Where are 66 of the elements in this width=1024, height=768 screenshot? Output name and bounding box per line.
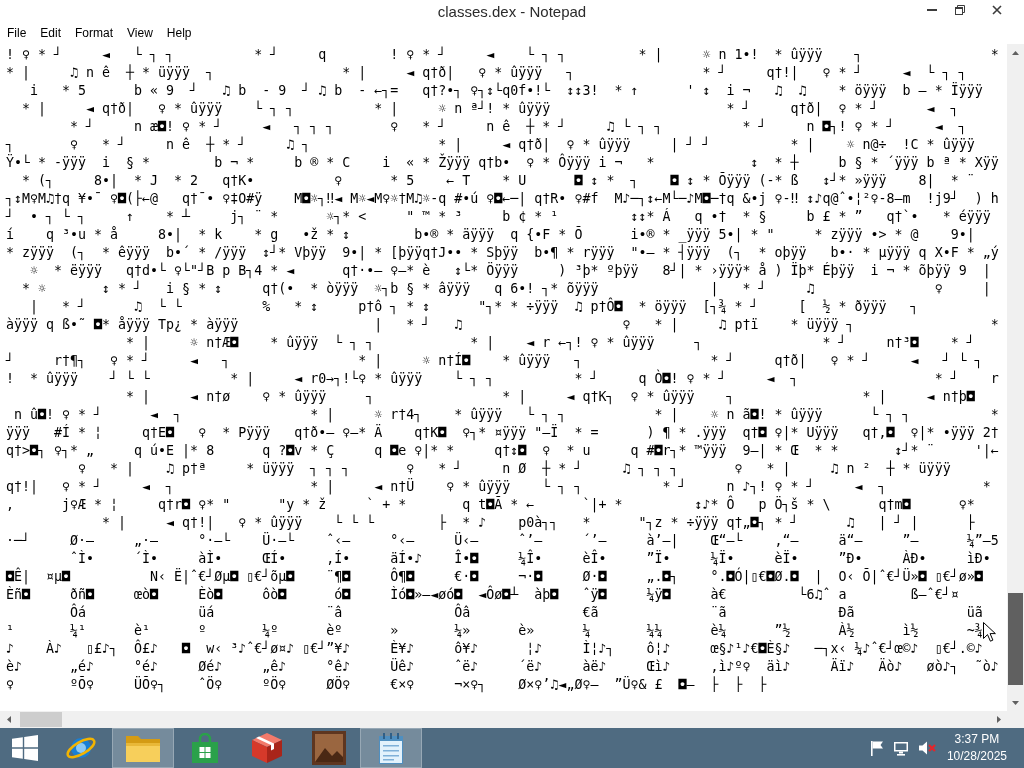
menu-item[interactable]: File (0, 22, 34, 44)
text-line: ◘Ê| ¤µ◘ N‹ Ë|ˆ€┘Øµ◘ ▯€┘õµ◘ ¨¶◘ Ô¶◘ €·◘ ¬·◘ Ø·◘ „.◘┐ °.◘Ó|▯€◘Ø.◘ | O‹ Õ|ˆ€┘Ü»◘ ▯€┘ø»◘ (6, 568, 983, 585)
text-line: ·─┘ Ø·– „·– °·–└ Ü·–└ ˆ‹– °‹– Ü‹– ˆ’– ´’– à’–| Œ“–└ ‚“– ä“– ”– ¼”–5 (6, 532, 999, 549)
text-line: ♀ ºÕ♀ ÜÕ♀┐ ˆÖ♀ ºÖ♀ ØÖ♀ €×♀ ¬×♀┐ Ø×♀’♫◄„Ø♀– ”Ü♀& £ ◘– ├ ├ ├ (6, 676, 767, 694)
notepad-icon (376, 732, 406, 764)
text-line: ┐ ♀ * ┘ n ê ┼ * ┘ ♫ ┐ * | ◄ q†ð| ♀ * ûÿÿÿ | ┘ ┘ * | ☼ n@÷ !C * ûÿÿÿ (6, 136, 975, 153)
menu-item[interactable]: Format (68, 22, 121, 44)
text-line: ☼ * ëÿÿÿ q†d•└ ♀└"┘B p B┐4 * ◄ q†·•– ♀–* è ↕└* Öÿÿÿ ) ³þ* ºþÿÿ 8┘| * ›ÿÿÿ* å ) Ïþ* Éþÿÿ i ¬ * õþÿÿ 9 | (29, 262, 991, 280)
restore-icon (955, 5, 965, 15)
clock-time: 3:37 PM (954, 731, 1000, 748)
menu-item[interactable]: View (120, 22, 160, 44)
text-line: * | ♫ n ê ┼ * üÿÿÿ ┐ * | ◄ q†ð| ♀ * ûÿÿÿ ┐ * ┘ q†!| ♀ * ┘ ◄ └ ┐ ┐ (6, 64, 967, 82)
text-line: ♀ * | ♫ p†ª * üÿÿÿ ┐ ┐ ┐ ♀ * ┘ n Ø ┼ * ┘ ♫ ┐ ┐ ┐ ♀ * | ♫ n ² ┼ * üÿÿÿ (77, 460, 951, 478)
shopping-bag-icon (191, 733, 219, 763)
text-line: * | ◄ n†ø ♀ * ûÿÿÿ ┐ * | ◄ q†K┐ ♀ * ûÿÿÿ ┐ * | ◄ n†þ◘ (125, 388, 975, 406)
text-line: | * ┘ ♫ └ └ % * ↕ p†ô ┐ * ↕ "┐* * ÷ÿÿÿ ♫ p†Ô◘ * öÿÿÿ [┐¾ * ┘ [ ½ * ðÿÿÿ ┐ (29, 298, 919, 316)
text-line: ┐↕M♀M♫†q ¥•¯ ♀◘(├←@ q†¯• ♀‡O#ÿ M◘☼┐‼◄ M☼◄M♀☼†M♫☼-q #•ú ♀◘←─| q†R• ♀#f M♪─┐↕←M└─♪M◘─†q &•j ♀-‼ ↕♪q@ˆ•¦²♀-8–m !j9┘ ) h (6, 190, 999, 208)
windows-logo-icon (12, 735, 38, 761)
text-line: ¹ ¼¹ è¹ º ¼º èº » ¼» è» ¼ ¼¼ è¼ ”½ À½ ì½ ~¾ (6, 622, 983, 639)
cursor-icon (983, 622, 996, 642)
close-icon (992, 5, 1002, 15)
text-line: * | ☼ n†Æ◘ * ûÿÿÿ └ ┐ ┐ * | ◄ r ←┐! ♀ * ûÿÿÿ ┐ * ┘ n†³◘ * ┘ (125, 334, 975, 352)
text-line: ! * ûÿÿÿ ┘ └ └ * | ◄ r0→┐!└♀ * ûÿÿÿ └ ┐ ┐ * ┘ q Ò◘! ♀ * ┘ ◄ ┐ * ┘ r (6, 370, 999, 388)
text-line: ÿÿÿ #Í * ¦ q†E◘ ♀ * Pÿÿÿ q†ð•– ♀–* Ä q†K◘ ♀┐* ¤ÿÿÿ "–Ï * = ) ¶ * .ÿÿÿ q†◘ ♀|* Uÿÿÿ q†,◘ ♀|* •ÿÿÿ 2† (6, 424, 999, 442)
text-line: ˆÌ• ´Ì• àÌ• ŒÍ• ‚Í• äÍ•♪ Î•◘ ¼Î• èÎ• ”Ï• ¼Ï• èÏ• ”Ð• ÀÐ• ìÐ• (69, 550, 991, 567)
network-icon[interactable] (892, 740, 909, 756)
text-line: q†>◘┐ ♀┐* „ q ú•E |* 8 q ?◘v * Ç q ◘e ♀|* * q†↕◘ ♀ * u q #◘r┐* ™ÿÿÿ 9–| * Œ * * ↕┘* ¨ '|← (6, 442, 999, 460)
vertical-scrollbar[interactable] (1007, 44, 1024, 711)
caret-up-icon (1012, 50, 1019, 55)
text-line: ┘ • ┐ └ ┐ ↑ * ┴ j┐ ¨ * ☼┐* < " ™ * ³ b ¢ * ¹ ↕↕* Á q •† * § b £ * ” q†`• * éÿÿÿ (6, 208, 991, 226)
text-line: i * 5 b « 9 ┘ ♫ b - 9 ┘ ♫ b - ←┐= q†?•┐ ♀┐↕└q0f•!└ ↕↕3! * ↑ ' ↕ i ¬ ♫ ♫ * öÿÿÿ b – * Ïÿÿÿ (29, 82, 983, 100)
caret-down-icon (1012, 700, 1019, 705)
clock-date: 10/28/2025 (946, 748, 1007, 765)
minimize-icon (927, 9, 937, 11)
text-line: ♪ À♪ ▯£♪┐ Ô£♪ ◘ w‹ ³♪ˆ€┘ø¤♪ ▯€┘”¥♪ È¥♪ ô¥♪ ¦♪ Ì¦♪┐ ô¦♪ œ§♪¹♪€◘È§♪ ─┐x‹ ¼♪ˆ€┘œ©♪ ▯€┘.©♪ (6, 640, 983, 658)
text-line: * | ◄ q†ð| ♀ * ûÿÿÿ └ ┐ ┐ * | ☼ n ª┘! * ûÿÿÿ * ┘ q†ð| ♀ * ┘ ◄ ┐ (21, 100, 959, 118)
text-line: * ☼ ↕ * ┘ i § * ↕ q†(• * òÿÿÿ ☼┐b § * âÿÿÿ q 6•! ┐* õÿÿÿ | * ┘ ♫ ♀ | (21, 280, 991, 297)
scrollbar-thumb[interactable] (20, 712, 62, 727)
caret-left-icon (6, 716, 11, 723)
text-line: * (┐ 8•| * J * 2 q†K• ♀ * 5 ← T * U ◘ ↕ * ┐ ◘ ↕ * Õÿÿÿ (-* ß ↕┘* »ÿÿÿ 8| * ¨ (21, 172, 975, 190)
text-line: ! ♀ * ┘ ◄ └ ┐ ┐ * ┘ q ! ♀ * ┘ ◄ └ ┐ ┐ * | ☼ n 1•! * ûÿÿÿ ┐ * (6, 46, 999, 64)
text-line: ┘ r†¶┐ ♀ * ┘ ◄ ┐ * | ☼ n†Í◘ * ûÿÿÿ ┐ * ┘ q†ð| ♀ * ┘ ◄ ┘ └ ┐ (6, 352, 983, 369)
picture-icon (312, 731, 346, 765)
scrollbar-thumb[interactable] (1008, 593, 1023, 685)
text-line: àÿÿÿ q ß•˜ ◘* åÿÿÿ Tp¿ * àÿÿÿ | * ┘ ♫ ♀ * | ♫ p†ï * üÿÿÿ ┐ * (6, 316, 999, 334)
folder-icon (125, 733, 161, 763)
text-line: Èñ◘ ðñ◘ œò◘ Èò◘ ôò◘ ó◘ Ìó◘»–◄øó◘ ◄Ôø◘┴ àþ◘ ˆÿ◘ ¼ÿ◘ à€ └6♫ˆ a ß–ˆ€┘¤ (6, 586, 959, 603)
text-line: * zÿÿÿ (┐ * êÿÿÿ b•´ * /ÿÿÿ ↕┘* Vþÿÿ 9•| * [þÿÿq†J•• * Sþÿÿ b•¶ * rÿÿÿ "•— * ┤ÿÿÿ (┐ * oþÿÿ b•· * µÿÿÿ q X•F * „ý (6, 244, 999, 262)
package-icon (251, 732, 283, 764)
text-line: è♪ „é♪ °é♪ Øé♪ „ê♪ °ê♪ Üê♪ ˆë♪ ´ë♪ àë♪ Œì♪ ‚ì♪º♀ äì♪ Äï♪ Äò♪ øò♪┐ ˜ò♪ (6, 658, 999, 676)
flag-icon[interactable] (869, 740, 884, 756)
caret-right-icon (996, 716, 1001, 723)
text-line: * | ◄ q†!| ♀ * ûÿÿÿ └ └ └ ├ * ♪ p0à┐┐ * "┐z * ÷ÿÿÿ q†„◘┐ * ┘ ♫ | ┘ | ├ (101, 514, 975, 532)
menu-item[interactable]: Edit (33, 22, 69, 44)
text-line: n û◘! ♀ * ┘ ◄ ┐ * | ☼ r†4┐ * ûÿÿÿ └ ┐ ┐ * | ☼ n ã◘! * ûÿÿÿ └ ┐ ┐ * (13, 406, 999, 424)
horizontal-scrollbar[interactable] (0, 711, 1007, 728)
text-line: * ┘ n æ◘! ♀ * ┘ ◄ ┐ ┐ ┐ ♀ * ┘ n ê ┼ * ┘ ♫ └ ┐ ┐ * ┘ n ◘┐! ♀ * ┘ ◄ ┐ (69, 118, 967, 136)
speaker-muted-icon[interactable] (917, 740, 936, 756)
taskbar-button[interactable] (360, 728, 422, 768)
menu-item[interactable]: Help (159, 22, 199, 44)
text-line: í q ³•u * å 8•| * k * g •ž * ↕ b•® * äÿÿÿ q {•F * Õ i•® * _ÿÿÿ 5•| * " * zÿÿÿ •> * @ 9•| (6, 226, 975, 244)
text-line: , j♀Æ * ¦ q†r◘ ♀* " "y * ž ` + * q t◘Ã * ← `|+ * ↕♪* Ô p Ö┐š * \ q†m◘ ♀* (6, 496, 975, 514)
text-line: Ÿ•└ * -ÿÿÿ i § * b ¬ * b ® * C i « * Žÿÿÿ q†b• ♀ * Ôÿÿÿ i ¬ * ↕ * ┼ b § * ´ÿÿÿ b ª * Xÿÿ (6, 154, 999, 172)
text-line: q†!| ♀ * ┘ ◄ ┐ * | ◄ n†Ü ♀ * ûÿÿÿ └ ┐ ┐ * ┘ n ♪┐! ♀ * ┘ ◄ ┐ * (6, 478, 991, 495)
text-line: Ôá üá ¨â Ôâ €ã ¨ã Ðã üã (69, 604, 983, 622)
window-title: classes.dex - Notepad (437, 2, 587, 20)
